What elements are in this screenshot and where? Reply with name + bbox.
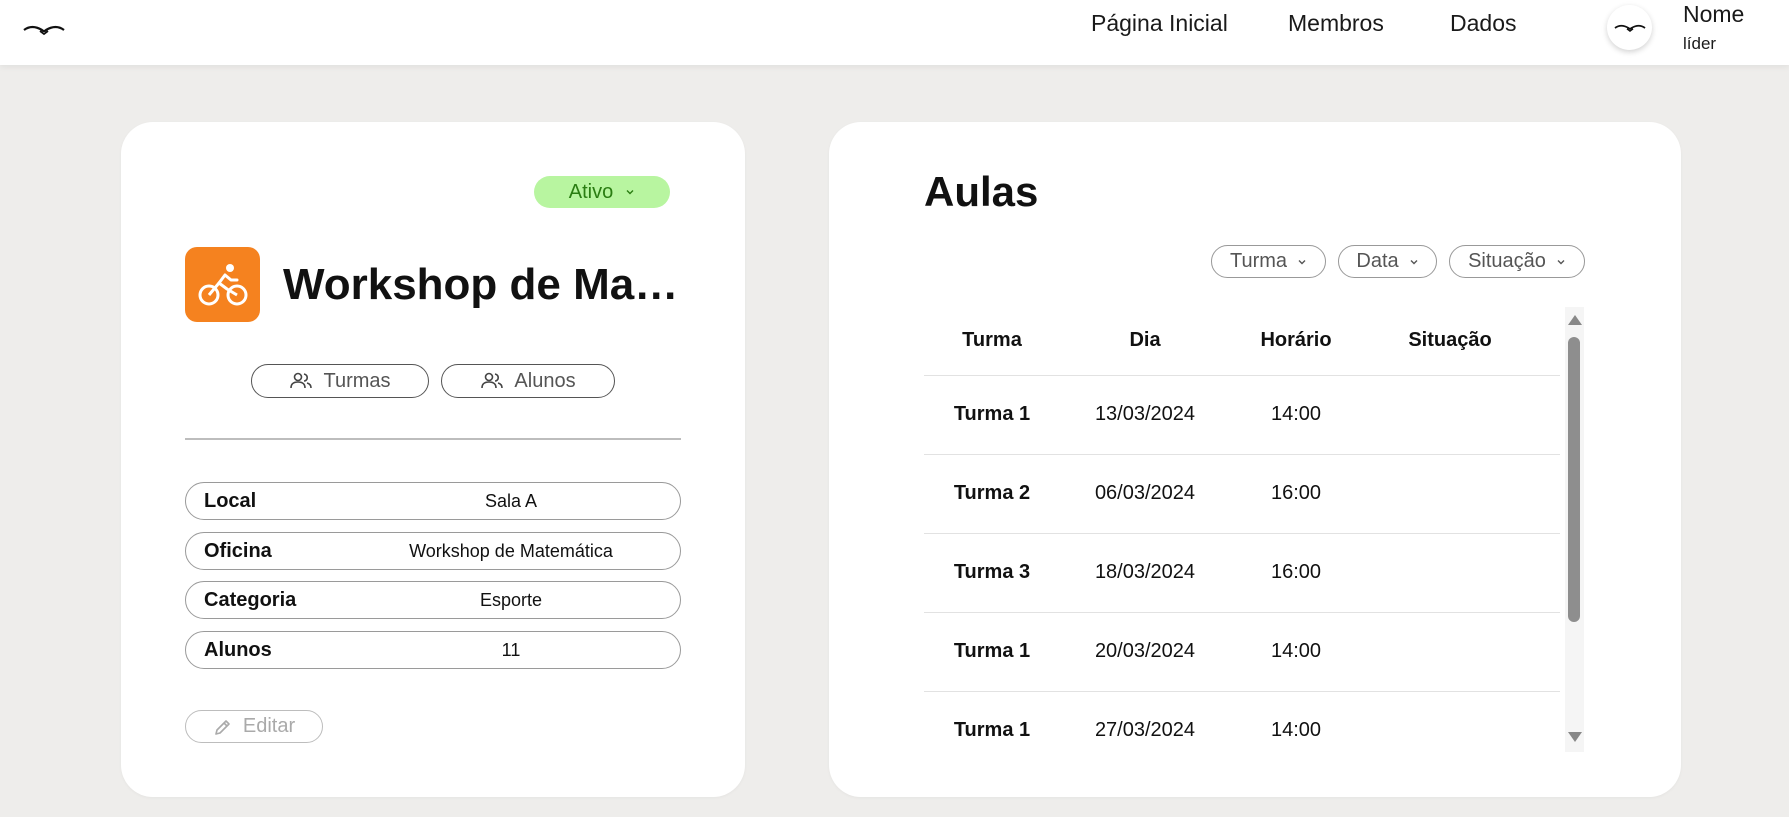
status-label: Ativo (568, 180, 614, 203)
workshop-card: Ativo Workshop de Mat... Turmas Alunos L… (121, 122, 745, 797)
people-icon (481, 372, 504, 389)
cell-turma: Turma 1 (953, 640, 1031, 662)
logo-icon[interactable] (22, 18, 66, 42)
info-row-alunos: Alunos 11 (185, 631, 681, 669)
column-header-situacao[interactable]: Situação (1362, 329, 1538, 352)
column-header-horario[interactable]: Horário (1230, 329, 1362, 352)
info-row-local: Local Sala A (185, 482, 681, 520)
column-header-dia[interactable]: Dia (1060, 329, 1230, 352)
table-scrollbar[interactable] (1565, 307, 1584, 752)
info-row-oficina: Oficina Workshop de Matemática (185, 532, 681, 570)
cell-dia: 06/03/2024 (1094, 482, 1196, 504)
status-dropdown[interactable]: Ativo (534, 176, 670, 208)
alunos-label: Alunos (514, 369, 576, 392)
pencil-icon (215, 719, 230, 735)
info-value: Workshop de Matemática (409, 540, 613, 561)
info-label: Oficina (204, 539, 272, 562)
table-row[interactable]: Turma 1 27/03/2024 14:00 (924, 691, 1560, 752)
info-row-categoria: Categoria Esporte (185, 581, 681, 619)
aulas-card: Aulas Turma Data Situação Turma Dia Horá… (829, 122, 1681, 797)
user-name: Nome (1683, 1, 1745, 27)
chevron-down-icon (1298, 259, 1306, 264)
cell-horario: 16:00 (1270, 482, 1322, 504)
chevron-down-icon (1557, 259, 1565, 264)
cell-horario: 14:00 (1270, 719, 1322, 741)
workshop-title: Workshop de Mat... (283, 260, 683, 309)
table-row[interactable]: Turma 1 20/03/2024 14:00 (924, 612, 1560, 691)
alunos-button[interactable]: Alunos (441, 364, 615, 398)
turmas-button[interactable]: Turmas (251, 364, 429, 398)
chevron-down-icon (626, 190, 634, 195)
scrollbar-thumb[interactable] (1568, 337, 1580, 622)
info-label: Local (204, 489, 257, 512)
edit-label: Editar (242, 715, 296, 737)
cell-turma: Turma 3 (953, 561, 1031, 583)
info-label: Categoria (204, 588, 297, 611)
filter-label: Situação (1468, 250, 1546, 272)
nav-dados[interactable]: Dados (1450, 10, 1516, 37)
top-navbar: Página Inicial Membros Dados Nome líder (0, 0, 1789, 65)
workshop-category-icon (185, 247, 260, 322)
table-row[interactable]: Turma 1 13/03/2024 14:00 (924, 375, 1560, 454)
turmas-label: Turmas (323, 369, 391, 392)
bicycle-icon (198, 263, 247, 305)
cell-dia: 13/03/2024 (1094, 403, 1196, 425)
chevron-down-icon (1410, 259, 1418, 264)
cell-dia: 20/03/2024 (1094, 640, 1196, 662)
info-value: Sala A (484, 490, 538, 511)
info-value: Esporte (479, 589, 543, 610)
edit-button[interactable]: Editar (185, 710, 323, 743)
cell-turma: Turma 2 (953, 482, 1031, 504)
info-label: Alunos (204, 638, 272, 661)
nav-pagina-inicial[interactable]: Página Inicial (1091, 10, 1228, 37)
info-value: 11 (501, 639, 521, 660)
scroll-up-arrow-icon[interactable] (1568, 315, 1582, 325)
cell-horario: 14:00 (1270, 640, 1322, 662)
cell-turma: Turma 1 (953, 719, 1031, 741)
cell-dia: 27/03/2024 (1094, 719, 1196, 741)
aulas-title: Aulas (924, 168, 1039, 215)
divider (185, 438, 681, 440)
filter-label: Turma (1229, 250, 1288, 272)
cell-turma: Turma 1 (953, 403, 1031, 425)
aulas-table: Turma Dia Horário Situação Turma 1 13/03… (924, 307, 1584, 752)
nav-membros[interactable]: Membros (1288, 10, 1384, 37)
filter-data[interactable]: Data (1338, 245, 1437, 278)
filter-situacao[interactable]: Situação (1449, 245, 1585, 278)
filter-turma[interactable]: Turma (1211, 245, 1326, 278)
avatar[interactable] (1607, 5, 1652, 50)
people-icon (290, 372, 313, 389)
cell-horario: 16:00 (1270, 561, 1322, 583)
table-row[interactable]: Turma 3 18/03/2024 16:00 (924, 533, 1560, 612)
table-row[interactable]: Turma 2 06/03/2024 16:00 (924, 454, 1560, 533)
cell-dia: 18/03/2024 (1094, 561, 1196, 583)
cell-horario: 14:00 (1270, 403, 1322, 425)
column-header-turma[interactable]: Turma (924, 329, 1060, 352)
user-role: líder (1683, 34, 1717, 53)
filter-label: Data (1356, 250, 1399, 272)
avatar-logo-icon (1613, 24, 1646, 32)
scroll-down-arrow-icon[interactable] (1568, 732, 1582, 742)
